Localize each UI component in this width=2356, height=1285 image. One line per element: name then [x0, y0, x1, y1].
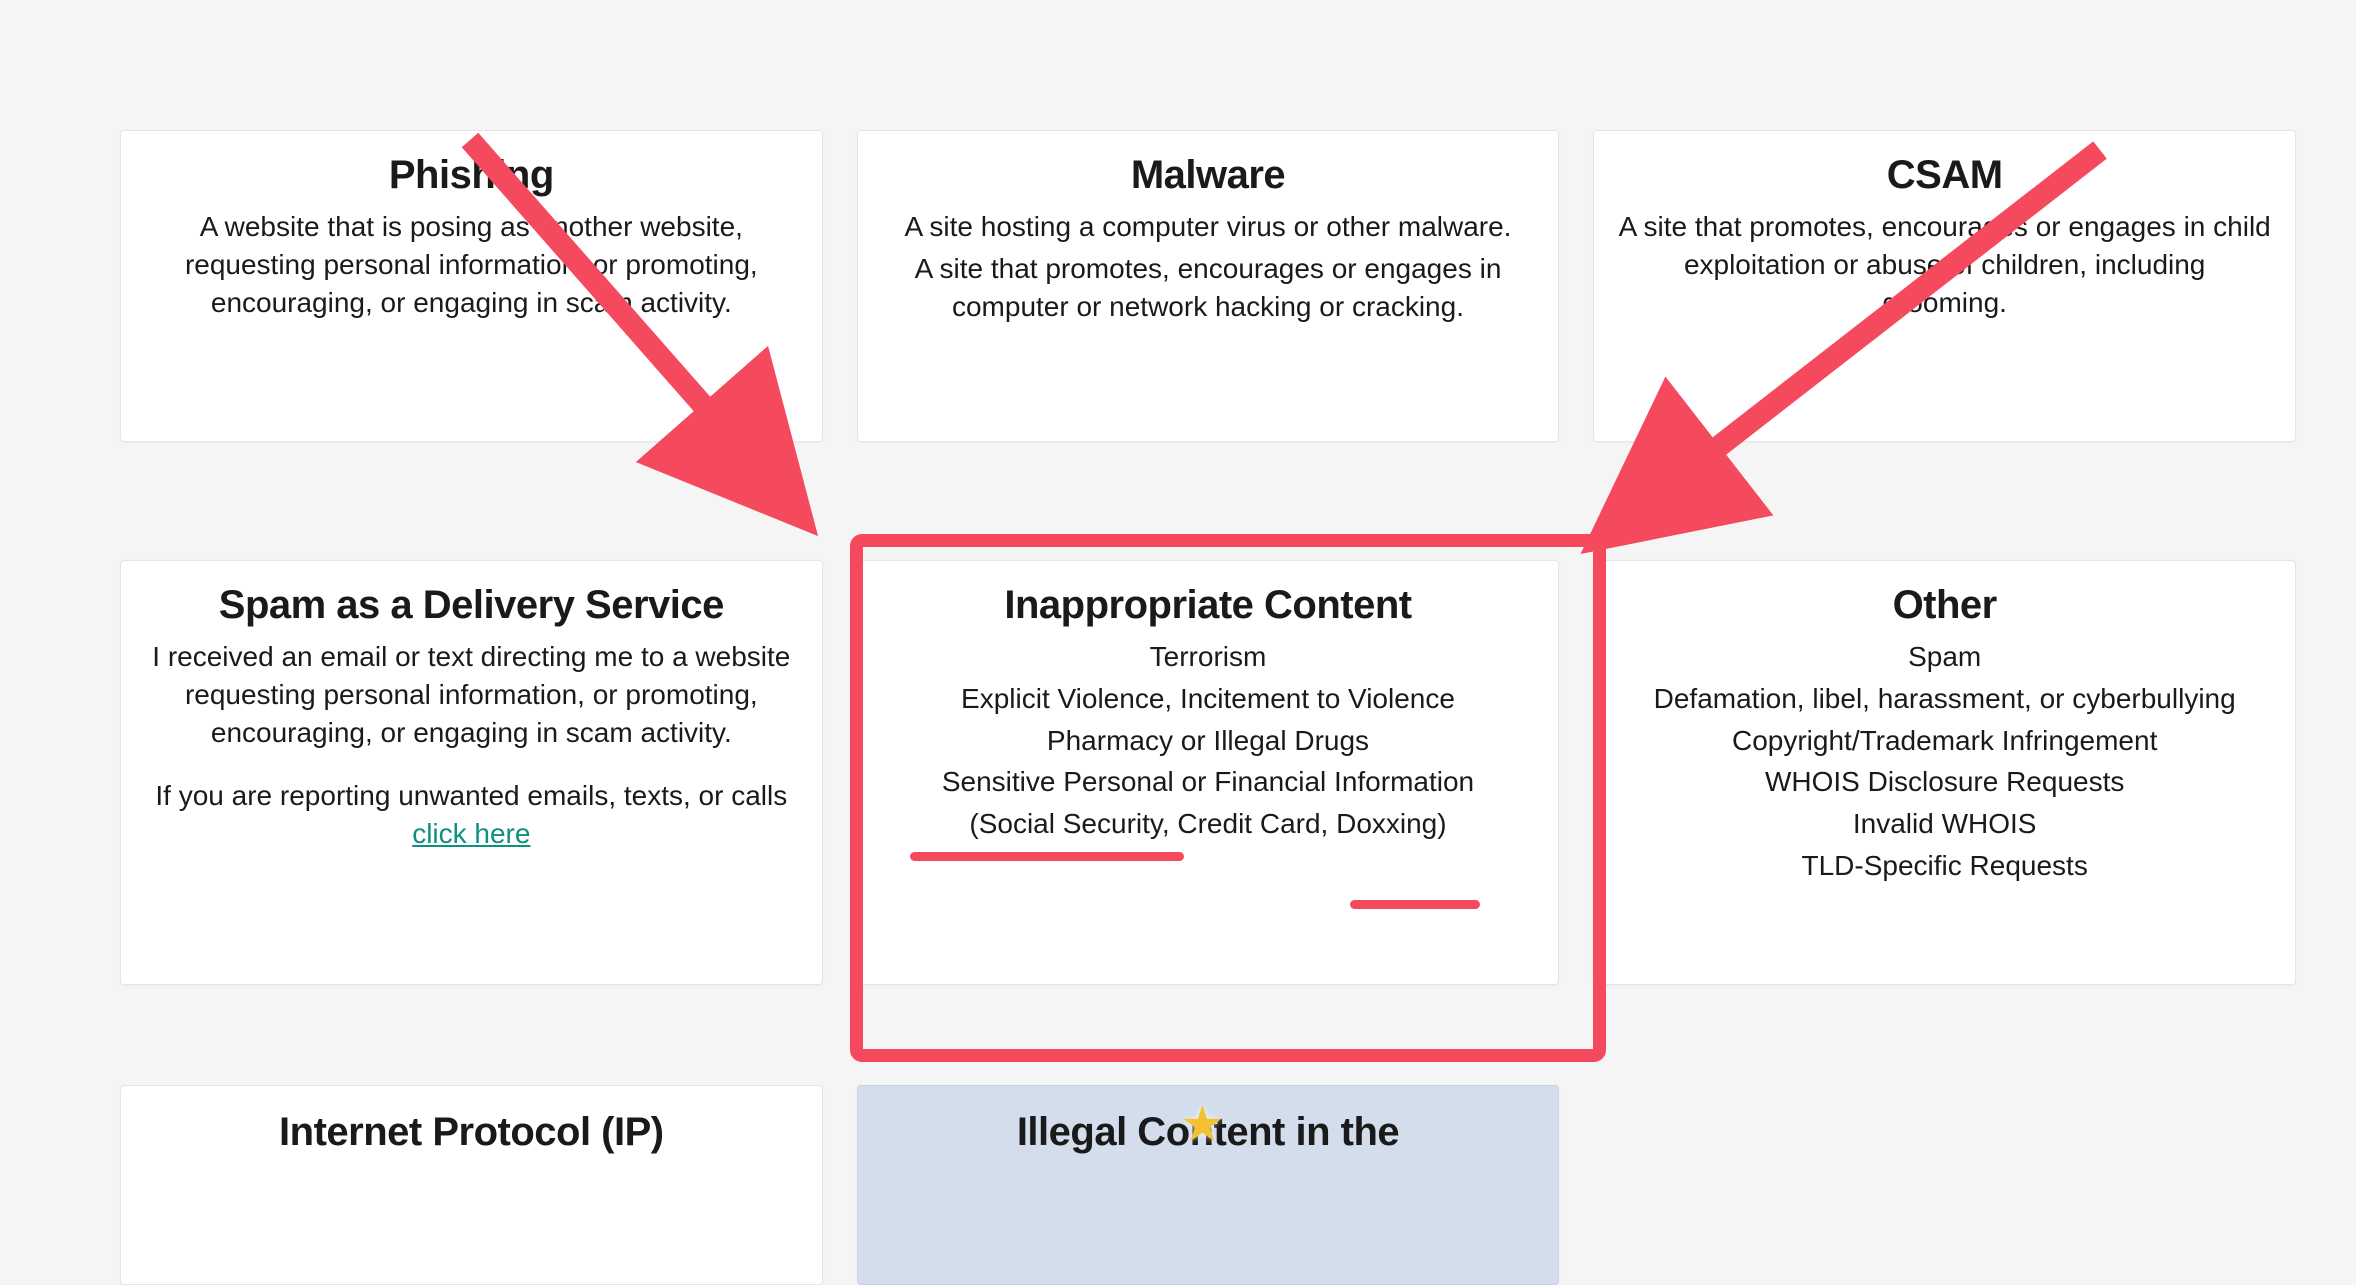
- other-l2: Defamation, libel, harassment, or cyberb…: [1618, 680, 2271, 718]
- card-title: Phishing: [145, 153, 798, 198]
- card-title: Inappropriate Content: [882, 583, 1535, 628]
- inapp-l3: Pharmacy or Illegal Drugs: [882, 722, 1535, 760]
- other-l3: Copyright/Trademark Infringement: [1618, 722, 2271, 760]
- card-desc-2: A site that promotes, encourages or enga…: [882, 250, 1535, 326]
- card-phishing[interactable]: Phishing A website that is posing as ano…: [120, 130, 823, 442]
- card-desc-1: A site hosting a computer virus or other…: [882, 208, 1535, 246]
- card-desc: A site that promotes, encourages or enga…: [1618, 208, 2271, 321]
- category-grid-row2: Spam as a Delivery Service I received an…: [120, 560, 2296, 985]
- card-desc: A website that is posing as another webs…: [145, 208, 798, 321]
- card-internet-protocol[interactable]: Internet Protocol (IP): [120, 1085, 823, 1285]
- card-other[interactable]: Other Spam Defamation, libel, harassment…: [1593, 560, 2296, 985]
- inapp-l4: Sensitive Personal or Financial Informat…: [882, 763, 1535, 801]
- card-title: CSAM: [1618, 153, 2271, 198]
- inapp-l5: (Social Security, Credit Card, Doxxing): [882, 805, 1535, 843]
- card-title: Other: [1618, 583, 2271, 628]
- card-malware[interactable]: Malware A site hosting a computer virus …: [857, 130, 1560, 442]
- card-desc-1: I received an email or text directing me…: [145, 638, 798, 751]
- category-grid-row3: Internet Protocol (IP) Illegal Content i…: [120, 1085, 2296, 1285]
- category-grid-row1: Phishing A website that is posing as ano…: [120, 130, 2296, 442]
- click-here-link[interactable]: click here: [412, 818, 530, 849]
- inapp-l2: Explicit Violence, Incitement to Violenc…: [882, 680, 1535, 718]
- other-l4: WHOIS Disclosure Requests: [1618, 763, 2271, 801]
- card-title: Spam as a Delivery Service: [145, 583, 798, 628]
- card-spam-delivery[interactable]: Spam as a Delivery Service I received an…: [120, 560, 823, 985]
- other-l6: TLD-Specific Requests: [1618, 847, 2271, 885]
- intro-text: is not complete. In order for us to succ…: [0, 0, 2356, 1]
- card-desc-2-prefix: If you are reporting unwanted emails, te…: [155, 780, 787, 811]
- card-title: Internet Protocol (IP): [145, 1110, 798, 1155]
- card-title: Illegal Content in the: [882, 1110, 1535, 1155]
- card-title: Malware: [882, 153, 1535, 198]
- card-illegal-content[interactable]: Illegal Content in the: [857, 1085, 1560, 1285]
- other-l1: Spam: [1618, 638, 2271, 676]
- card-desc-2: If you are reporting unwanted emails, te…: [145, 777, 798, 853]
- other-l5: Invalid WHOIS: [1618, 805, 2271, 843]
- inapp-l1: Terrorism: [882, 638, 1535, 676]
- card-csam[interactable]: CSAM A site that promotes, encourages or…: [1593, 130, 2296, 442]
- card-inappropriate-content[interactable]: Inappropriate Content Terrorism Explicit…: [857, 560, 1560, 985]
